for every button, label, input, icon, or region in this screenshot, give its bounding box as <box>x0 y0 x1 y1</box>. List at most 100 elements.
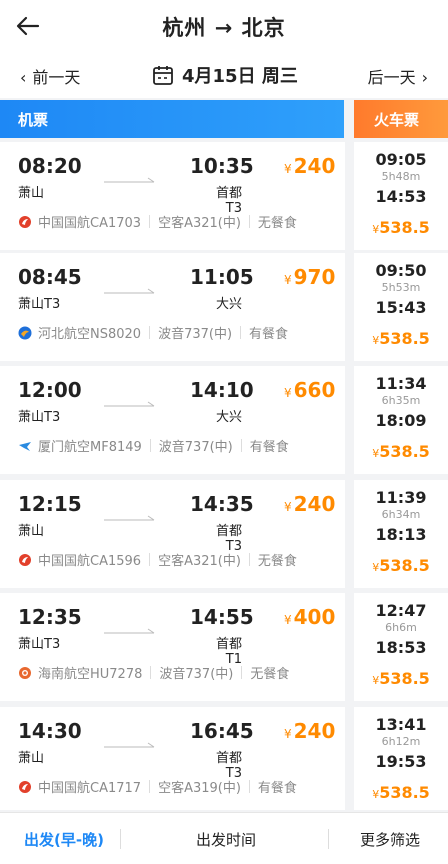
bottom-bar: 出发(早-晚) 出发时间 更多筛选 <box>0 812 448 864</box>
aircraft-type: 空客A321(中) <box>158 554 241 569</box>
meal-info: 无餐食 <box>250 667 290 682</box>
divider <box>149 326 151 339</box>
meal-info: 有餐食 <box>249 440 289 455</box>
date-bar: ‹ 前一天 4月15日 周三 后一天 › <box>0 52 448 98</box>
flight-price-value: 400 <box>293 605 336 629</box>
currency-symbol: ¥ <box>284 500 292 514</box>
divider <box>149 553 151 566</box>
next-day-label: 后一天 <box>367 68 416 87</box>
airline-flight-number: 河北航空NS8020 <box>38 327 142 342</box>
airline-flight-number: 中国国航CA1717 <box>38 781 142 796</box>
train-arrival-time: 15:43 <box>375 298 427 317</box>
aircraft-type: 波音737(中) <box>158 327 233 342</box>
hebei-airlines-icon <box>18 326 32 340</box>
calendar-icon <box>153 66 173 85</box>
train-card[interactable]: 13:41 6h12m 19:53 ¥538.5 <box>354 707 448 810</box>
next-day-button[interactable]: 后一天 › <box>368 64 428 88</box>
date-label: 4月15日 周三 <box>182 66 298 87</box>
flight-price: ¥240 <box>284 154 335 178</box>
result-row: 12:35 14:55 ¥400 萧山T3 首都T1 海南航空HU7278 波音… <box>0 593 448 701</box>
train-arrival-time: 18:53 <box>375 638 427 657</box>
transport-tabs: 机票 火车票 <box>0 100 448 138</box>
result-list: 08:20 10:35 ¥240 萧山 首都T3 中国国航CA1703 空客A3… <box>0 142 448 810</box>
train-departure-time: 09:50 <box>375 261 427 280</box>
flight-card[interactable]: 14:30 16:45 ¥240 萧山 首都T3 中国国航CA1717 空客A3… <box>0 707 345 810</box>
air-china-icon <box>18 780 32 794</box>
sort-departure-button[interactable]: 出发(早-晚) <box>24 829 104 850</box>
train-card[interactable]: 12:47 6h6m 18:53 ¥538.5 <box>354 593 448 701</box>
flight-card[interactable]: 12:35 14:55 ¥400 萧山T3 首都T1 海南航空HU7278 波音… <box>0 593 345 701</box>
train-price: ¥538.5 <box>354 442 448 461</box>
more-filters-button[interactable]: 更多筛选 <box>360 829 420 850</box>
flight-price-value: 240 <box>293 154 336 178</box>
result-row: 08:20 10:35 ¥240 萧山 首都T3 中国国航CA1703 空客A3… <box>0 142 448 250</box>
train-price-value: 538.5 <box>379 442 430 461</box>
train-price-value: 538.5 <box>379 329 430 348</box>
flight-info: 河北航空NS8020 波音737(中) 有餐食 <box>18 323 288 342</box>
meal-info: 无餐食 <box>257 554 297 569</box>
meal-info: 无餐食 <box>257 216 297 231</box>
aircraft-type: 空客A319(中) <box>158 781 241 796</box>
flight-price: ¥240 <box>284 492 335 516</box>
train-departure-time: 11:34 <box>375 374 427 393</box>
date-picker[interactable]: 4月15日 周三 <box>152 62 298 88</box>
flight-card[interactable]: 08:20 10:35 ¥240 萧山 首都T3 中国国航CA1703 空客A3… <box>0 142 345 250</box>
train-arrival-time: 14:53 <box>375 187 427 206</box>
train-duration: 6h6m <box>385 621 417 634</box>
airline-flight-number: 海南航空HU7278 <box>38 667 143 682</box>
train-price: ¥538.5 <box>354 556 448 575</box>
result-row: 12:15 14:35 ¥240 萧山 首都T3 中国国航CA1596 空客A3… <box>0 480 448 588</box>
divider <box>248 780 250 793</box>
flight-card[interactable]: 12:00 14:10 ¥660 萧山T3 大兴 厦门航空MF8149 波音73… <box>0 366 345 474</box>
train-arrival-time: 18:09 <box>375 411 427 430</box>
prev-day-button[interactable]: ‹ 前一天 <box>20 64 80 88</box>
air-china-icon <box>18 215 32 229</box>
divider <box>248 553 250 566</box>
chevron-right-icon: › <box>421 68 428 87</box>
arrival-airport: 首都T3 <box>215 524 242 554</box>
flight-departure-time: 12:35 <box>18 605 82 629</box>
flight-arrival-time: 14:55 <box>190 605 254 629</box>
departure-time-button[interactable]: 出发时间 <box>196 829 256 850</box>
train-card[interactable]: 09:05 5h48m 14:53 ¥538.5 <box>354 142 448 250</box>
arrow-right-icon <box>104 401 155 407</box>
train-card[interactable]: 11:39 6h34m 18:13 ¥538.5 <box>354 480 448 588</box>
aircraft-type: 波音737(中) <box>158 440 233 455</box>
train-price: ¥538.5 <box>354 329 448 348</box>
airline-flight-number: 厦门航空MF8149 <box>38 440 142 455</box>
flight-price: ¥660 <box>284 378 335 402</box>
train-card[interactable]: 09:50 5h53m 15:43 ¥538.5 <box>354 253 448 361</box>
divider <box>149 215 151 228</box>
flight-arrival-time: 14:35 <box>190 492 254 516</box>
flight-price-value: 240 <box>293 719 336 743</box>
flight-info: 海南航空HU7278 波音737(中) 无餐食 <box>18 663 289 682</box>
currency-symbol: ¥ <box>284 162 292 176</box>
flight-card[interactable]: 12:15 14:35 ¥240 萧山 首都T3 中国国航CA1596 空客A3… <box>0 480 345 588</box>
arrival-airport: 大兴 <box>215 410 242 425</box>
train-duration: 6h35m <box>381 394 421 407</box>
arrow-right-icon <box>104 288 155 294</box>
arrow-right-icon <box>104 742 155 748</box>
departure-airport: 萧山 <box>18 524 45 539</box>
flight-departure-time: 12:15 <box>18 492 82 516</box>
hainan-airlines-icon <box>18 666 32 680</box>
train-arrival-time: 19:53 <box>375 752 427 771</box>
arrival-airport: 首都T3 <box>215 751 242 781</box>
divider <box>120 829 121 849</box>
flight-card[interactable]: 08:45 11:05 ¥970 萧山T3 大兴 河北航空NS8020 波音73… <box>0 253 345 361</box>
currency-symbol: ¥ <box>284 273 292 287</box>
tab-train[interactable]: 火车票 <box>354 100 448 138</box>
flight-arrival-time: 10:35 <box>190 154 254 178</box>
train-price-value: 538.5 <box>379 218 430 237</box>
aircraft-type: 空客A321(中) <box>158 216 241 231</box>
train-card[interactable]: 11:34 6h35m 18:09 ¥538.5 <box>354 366 448 474</box>
train-duration: 5h48m <box>381 170 421 183</box>
currency-symbol: ¥ <box>284 727 292 741</box>
divider <box>150 666 152 679</box>
flight-departure-time: 08:20 <box>18 154 82 178</box>
flight-price: ¥400 <box>284 605 335 629</box>
result-row: 14:30 16:45 ¥240 萧山 首都T3 中国国航CA1717 空客A3… <box>0 707 448 810</box>
tab-flight[interactable]: 机票 <box>0 100 344 138</box>
train-price-value: 538.5 <box>379 783 430 802</box>
flight-departure-time: 12:00 <box>18 378 82 402</box>
